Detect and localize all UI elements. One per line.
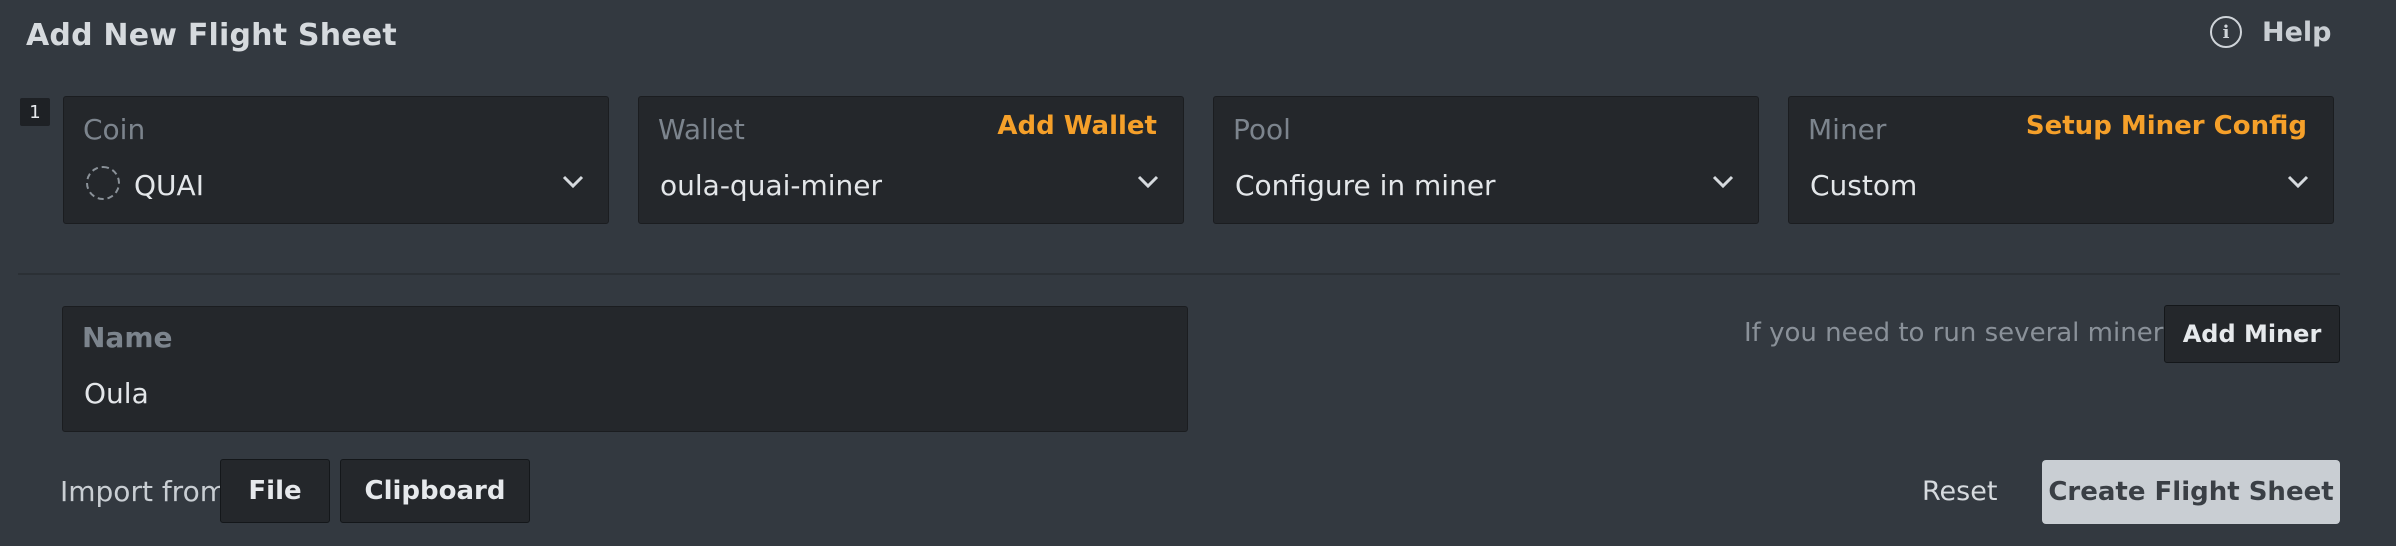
miner-label: Miner bbox=[1808, 113, 1887, 146]
section-divider bbox=[18, 273, 2340, 275]
help-link[interactable]: i Help bbox=[2210, 16, 2332, 48]
miner-hint-text: If you need to run several miners bbox=[1744, 318, 2177, 348]
miner-select[interactable]: Miner Setup Miner Config Custom bbox=[1788, 96, 2334, 224]
import-clipboard-button[interactable]: Clipboard bbox=[340, 459, 530, 523]
miner-value: Custom bbox=[1810, 169, 1918, 202]
pool-label: Pool bbox=[1233, 113, 1291, 146]
wallet-select[interactable]: Wallet Add Wallet oula-quai-miner bbox=[638, 96, 1184, 224]
info-icon: i bbox=[2210, 16, 2242, 48]
chevron-down-icon bbox=[562, 175, 584, 193]
add-miner-button[interactable]: Add Miner bbox=[2164, 305, 2340, 363]
help-label: Help bbox=[2262, 16, 2332, 48]
name-label: Name bbox=[82, 321, 173, 354]
page-title: Add New Flight Sheet bbox=[26, 18, 397, 53]
import-file-button[interactable]: File bbox=[220, 459, 330, 523]
name-field-container[interactable]: Name bbox=[62, 306, 1188, 432]
row-index-badge: 1 bbox=[20, 98, 50, 126]
pool-select[interactable]: Pool Configure in miner bbox=[1213, 96, 1759, 224]
coin-label: Coin bbox=[83, 113, 146, 146]
pool-value: Configure in miner bbox=[1235, 169, 1496, 202]
chevron-down-icon bbox=[2287, 175, 2309, 193]
wallet-label: Wallet bbox=[658, 113, 745, 146]
coin-select[interactable]: Coin QUAI bbox=[63, 96, 609, 224]
wallet-value: oula-quai-miner bbox=[660, 169, 883, 202]
chevron-down-icon bbox=[1137, 175, 1159, 193]
chevron-down-icon bbox=[1712, 175, 1734, 193]
name-input[interactable] bbox=[84, 377, 1144, 410]
reset-button[interactable]: Reset bbox=[1922, 476, 1997, 507]
coin-placeholder-icon bbox=[86, 166, 120, 200]
import-from-label: Import from bbox=[60, 475, 227, 508]
setup-miner-config-link[interactable]: Setup Miner Config bbox=[2026, 111, 2307, 141]
create-flight-sheet-button[interactable]: Create Flight Sheet bbox=[2042, 460, 2340, 524]
coin-value: QUAI bbox=[134, 169, 204, 202]
add-wallet-link[interactable]: Add Wallet bbox=[997, 111, 1157, 141]
